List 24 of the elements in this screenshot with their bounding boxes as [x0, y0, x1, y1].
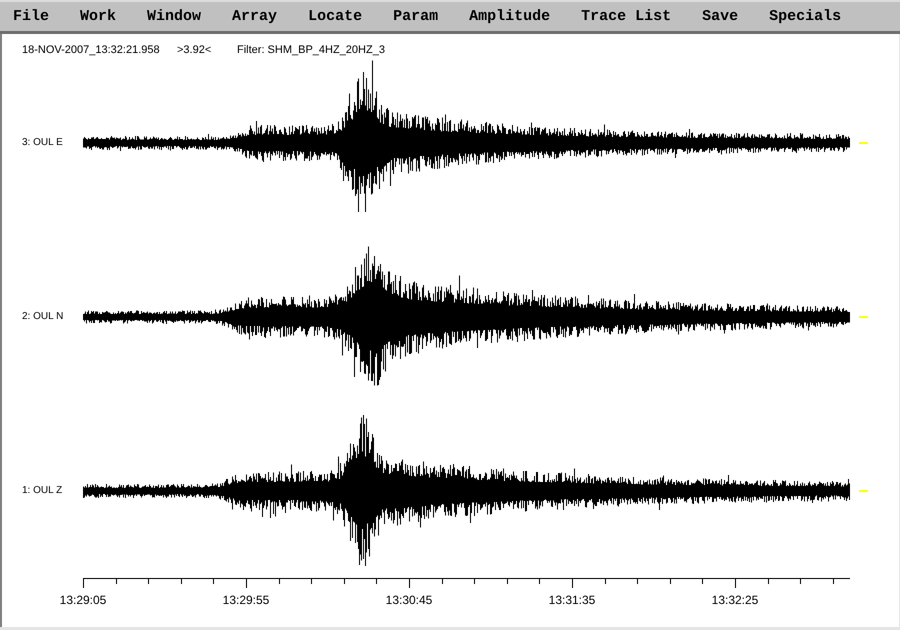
menu-item[interactable]: File — [13, 8, 50, 26]
menu-item[interactable]: Work — [80, 8, 116, 26]
trace-label: 2: OUL N — [22, 311, 64, 323]
timestamp: 18-NOV-2007_13:32:21.958 — [22, 44, 161, 56]
menu-item[interactable]: Specials — [769, 8, 842, 26]
menu-item[interactable]: Array — [232, 8, 278, 26]
amplitude-reading: >3.92< — [177, 44, 212, 56]
marker-dash-icon — [859, 490, 868, 492]
time-label: 13:29:05 — [60, 593, 106, 607]
trace-label: 1: OUL Z — [22, 485, 64, 497]
time-label: 13:29:55 — [222, 593, 270, 607]
menu-item[interactable]: Window — [147, 8, 202, 26]
menu-item[interactable]: Trace List — [581, 8, 672, 26]
time-label: 13:31:35 — [548, 593, 596, 607]
menu-item[interactable]: Locate — [308, 8, 362, 26]
time-label: 13:32:25 — [712, 593, 758, 607]
marker-dash-icon — [859, 142, 868, 144]
menu-item[interactable]: Param — [393, 8, 438, 26]
time-label: 13:30:45 — [386, 593, 432, 607]
trace-label: 3: OUL E — [22, 137, 64, 149]
marker-dash-icon — [859, 316, 868, 318]
menu-item[interactable]: Save — [702, 8, 738, 26]
menu-item[interactable]: Amplitude — [469, 8, 550, 26]
filter-label: Filter: SHM_BP_4HZ_20HZ_3 — [237, 44, 385, 56]
